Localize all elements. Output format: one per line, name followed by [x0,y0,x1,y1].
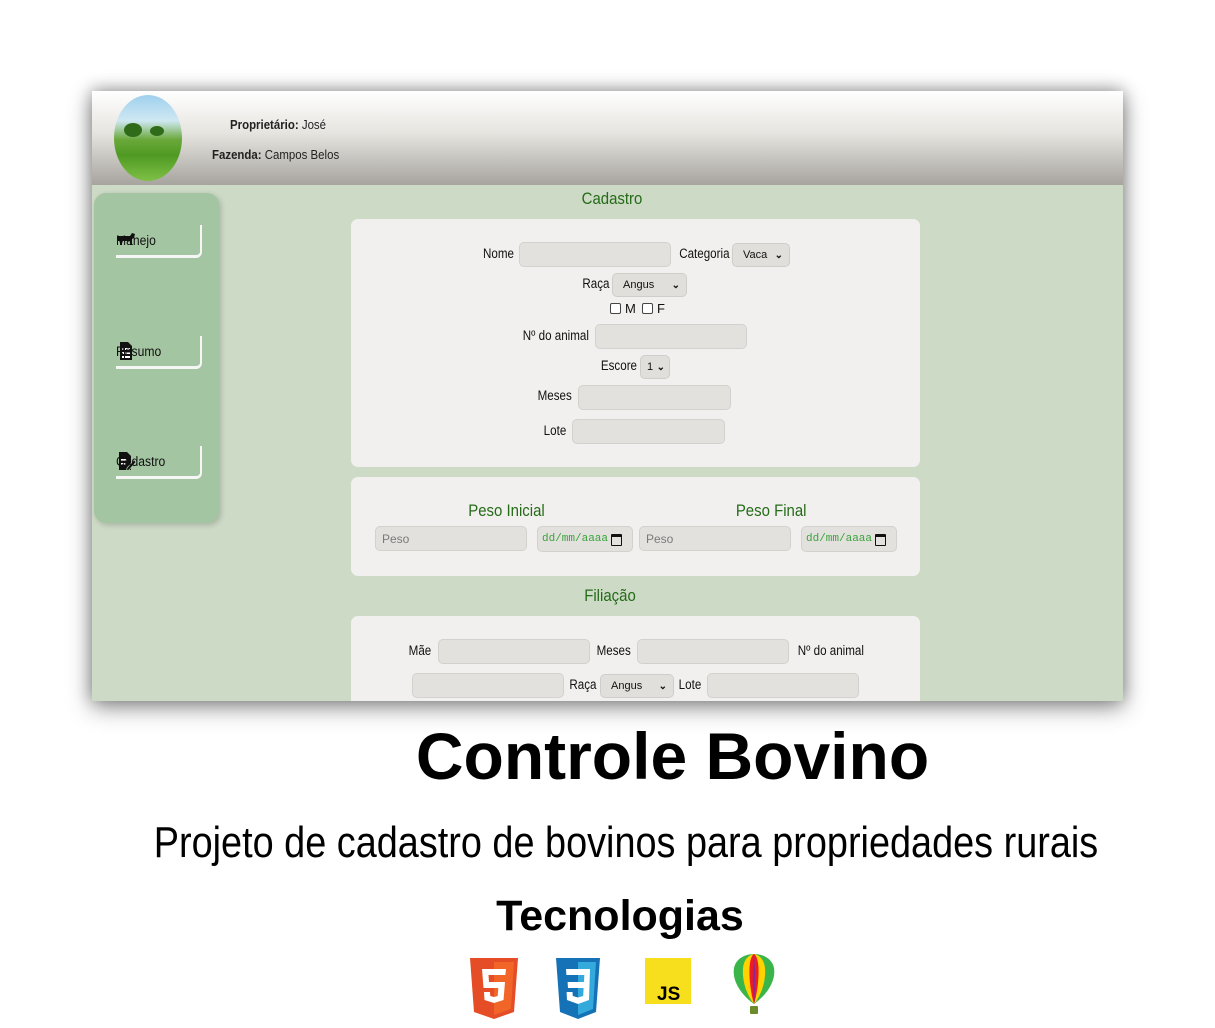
coreldraw-icon [733,954,775,1014]
header-bar: Proprietário: José Fazenda: Campos Belos [92,91,1123,185]
raca-label: Raça [582,276,610,291]
chevron-down-icon: ⌄ [658,680,667,692]
farm-row: Fazenda: Campos Belos [212,147,339,162]
categoria-value: Vaca [743,249,768,261]
project-subtitle: Projeto de cadastro de bovinos para prop… [153,818,1099,867]
raca-value: Angus [623,279,655,291]
sex-f-label: F [657,301,665,316]
numero-animal-input[interactable] [595,324,747,349]
filiacao-meses-input[interactable] [637,639,789,664]
owner-row: Proprietário: José [230,117,326,132]
mae-input[interactable] [438,639,590,664]
filiacao-meses-label: Meses [596,643,631,658]
peso-inicial-input[interactable] [375,526,527,551]
tree-icon [150,126,164,136]
filiacao-numero-label: Nº do animal [797,643,864,658]
cadastro-card: Nome Categoria Vaca ⌄ Raça Angus ⌄ M F Nº … [351,219,920,467]
chevron-down-icon: ⌄ [671,279,680,291]
css3-icon [556,958,600,1019]
sex-m-checkbox[interactable] [610,303,621,314]
filiacao-raca-select[interactable]: Angus ⌄ [600,674,674,698]
peso-inicial-title: Peso Inicial [468,501,545,520]
sidebar-item-label: Resumo [116,343,162,359]
sidebar-item-manejo[interactable]: Manejo [116,225,202,258]
lote-label: Lote [543,423,566,438]
escore-value: 1 [647,361,654,373]
sidebar-item-label: Manejo [116,232,156,248]
owner-label: Proprietário: [230,117,299,132]
meses-label: Meses [537,388,572,403]
filiacao-raca-value: Angus [611,680,643,692]
escore-select[interactable]: 1 ⌄ [640,355,670,379]
farm-value: Campos Belos [264,147,340,162]
mae-label: Mãe [408,643,431,658]
peso-inicial-date[interactable]: dd/mm/aaaa [537,526,633,552]
filiacao-lote-label: Lote [678,677,701,692]
peso-final-date[interactable]: dd/mm/aaaa [801,526,897,552]
numero-animal-label: Nº do animal [522,328,589,343]
section-title-filiacao: Filiação [584,586,636,605]
sidebar-item-cadastro[interactable]: Cadastro [116,446,202,479]
sidebar: Manejo Resumo Cadastro [94,193,219,523]
technologies-title: Tecnologias [496,892,744,940]
sidebar-item-resumo[interactable]: Resumo [116,336,202,369]
categoria-label: Categoria [679,246,730,261]
raca-select[interactable]: Angus ⌄ [612,273,687,297]
peso-card: Peso Inicial Peso Final dd/mm/aaaa dd/mm… [351,477,920,576]
date-placeholder: dd/mm/aaaa [806,533,873,545]
farm-avatar [114,95,182,181]
categoria-select[interactable]: Vaca ⌄ [732,243,790,267]
escore-label: Escore [600,358,637,373]
filiacao-raca-label: Raça [569,677,597,692]
sex-m-label: M [625,301,636,316]
farm-label: Fazenda: [212,147,262,162]
filiacao-numero-input[interactable] [412,673,564,698]
lote-input[interactable] [572,419,725,444]
nome-label: Nome [483,246,514,261]
owner-value: José [301,117,327,132]
chevron-down-icon: ⌄ [774,249,783,261]
sex-f-checkbox[interactable] [642,303,653,314]
chevron-down-icon: ⌄ [656,361,665,373]
app-screenshot: Proprietário: José Fazenda: Campos Belos… [92,91,1123,701]
filiacao-card: Mãe Meses Nº do animal Raça Angus ⌄ Lote [351,616,920,701]
peso-final-title: Peso Final [735,501,807,520]
tree-icon [124,123,142,137]
nome-input[interactable] [519,242,671,267]
calendar-icon [875,534,886,546]
peso-final-input[interactable] [639,526,791,551]
html5-icon [470,958,518,1019]
date-placeholder: dd/mm/aaaa [542,533,609,545]
project-title: Controle Bovino [415,719,930,793]
meses-input[interactable] [578,385,731,410]
section-title-cadastro: Cadastro [581,189,643,208]
calendar-icon [611,534,622,546]
javascript-label: JS [657,984,681,1005]
sidebar-item-label: Cadastro [116,453,166,469]
filiacao-lote-input[interactable] [707,673,859,698]
